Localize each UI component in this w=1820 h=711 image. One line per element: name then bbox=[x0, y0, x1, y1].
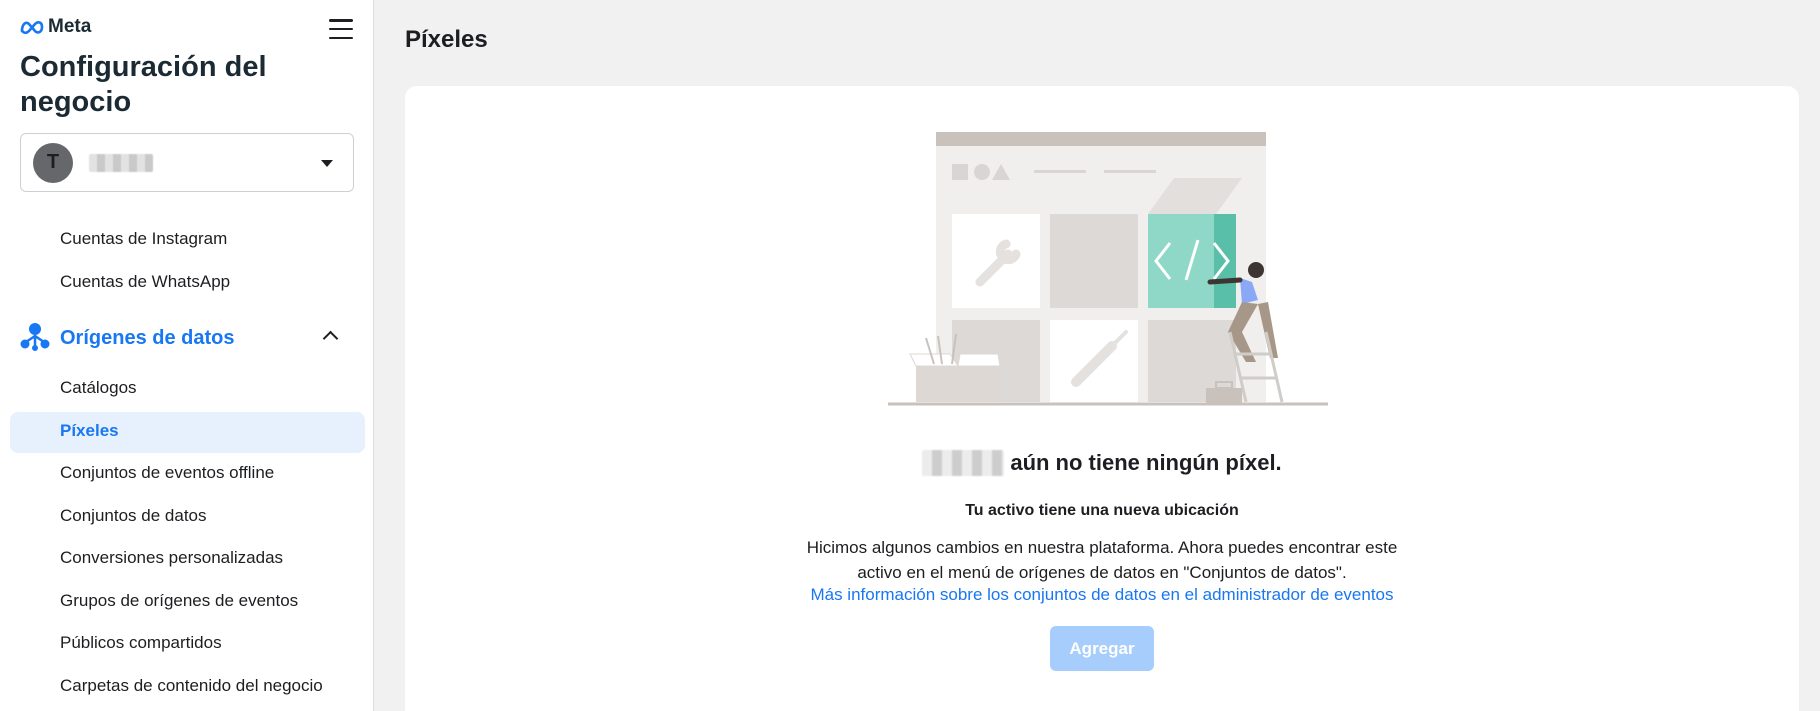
description-line-1: Hicimos algunos cambios en nuestra plata… bbox=[806, 538, 1398, 557]
sidebar-item-catalogs[interactable]: Catálogos bbox=[60, 377, 137, 399]
empty-state-card: aún no tiene ningún píxel. Tu activo tie… bbox=[405, 86, 1799, 711]
brand-name: Meta bbox=[48, 16, 92, 37]
sidebar-section-data-sources[interactable]: Orígenes de datos bbox=[20, 322, 354, 354]
learn-more-link[interactable]: Más información sobre los conjuntos de d… bbox=[405, 585, 1799, 605]
caret-down-icon bbox=[321, 160, 333, 167]
meta-infinity-icon bbox=[20, 20, 44, 34]
add-button[interactable]: Agregar bbox=[1050, 626, 1154, 671]
chevron-up-icon bbox=[322, 330, 339, 347]
empty-state-heading: aún no tiene ningún píxel. bbox=[405, 450, 1799, 476]
sidebar-item-whatsapp-accounts[interactable]: Cuentas de WhatsApp bbox=[60, 271, 230, 293]
empty-state-subheading: Tu activo tiene una nueva ubicación bbox=[965, 502, 1239, 519]
description-line-2: activo en el menú de orígenes de datos e… bbox=[857, 563, 1347, 582]
sidebar-item-pixels[interactable]: Píxeles bbox=[60, 420, 119, 442]
business-settings-title: Configuración del negocio bbox=[20, 51, 267, 118]
data-sources-icon bbox=[20, 321, 50, 356]
sidebar-item-business-content-folders[interactable]: Carpetas de contenido del negocio bbox=[60, 675, 323, 697]
avatar-initial: T bbox=[46, 151, 60, 173]
sidebar-item-datasets[interactable]: Conjuntos de datos bbox=[60, 505, 207, 527]
learn-more-link-text[interactable]: Más información sobre los conjuntos de d… bbox=[810, 585, 1393, 604]
sidebar-item-instagram-accounts[interactable]: Cuentas de Instagram bbox=[60, 228, 227, 250]
sidebar-item-event-source-groups[interactable]: Grupos de orígenes de eventos bbox=[60, 590, 298, 612]
page-title: Píxeles bbox=[405, 26, 488, 53]
meta-logo[interactable]: Meta bbox=[20, 16, 91, 38]
blurred-business-name bbox=[922, 450, 1005, 476]
blurred-account-name bbox=[89, 153, 153, 172]
empty-state-illustration bbox=[880, 132, 1330, 422]
sidebar-item-shared-audiences[interactable]: Públicos compartidos bbox=[60, 632, 222, 654]
business-account-selector[interactable]: T bbox=[20, 133, 354, 192]
sidebar-item-offline-event-sets[interactable]: Conjuntos de eventos offline bbox=[60, 462, 274, 484]
sidebar: Meta Configuración del negocio T Cuentas… bbox=[0, 0, 374, 711]
sidebar-section-label: Orígenes de datos bbox=[60, 326, 235, 349]
sidebar-item-custom-conversions[interactable]: Conversiones personalizadas bbox=[60, 547, 283, 569]
empty-state-description: Hicimos algunos cambios en nuestra plata… bbox=[405, 535, 1799, 585]
avatar: T bbox=[33, 142, 73, 183]
empty-state-heading-text: aún no tiene ningún píxel. bbox=[1010, 450, 1282, 475]
menu-icon[interactable] bbox=[326, 16, 356, 42]
